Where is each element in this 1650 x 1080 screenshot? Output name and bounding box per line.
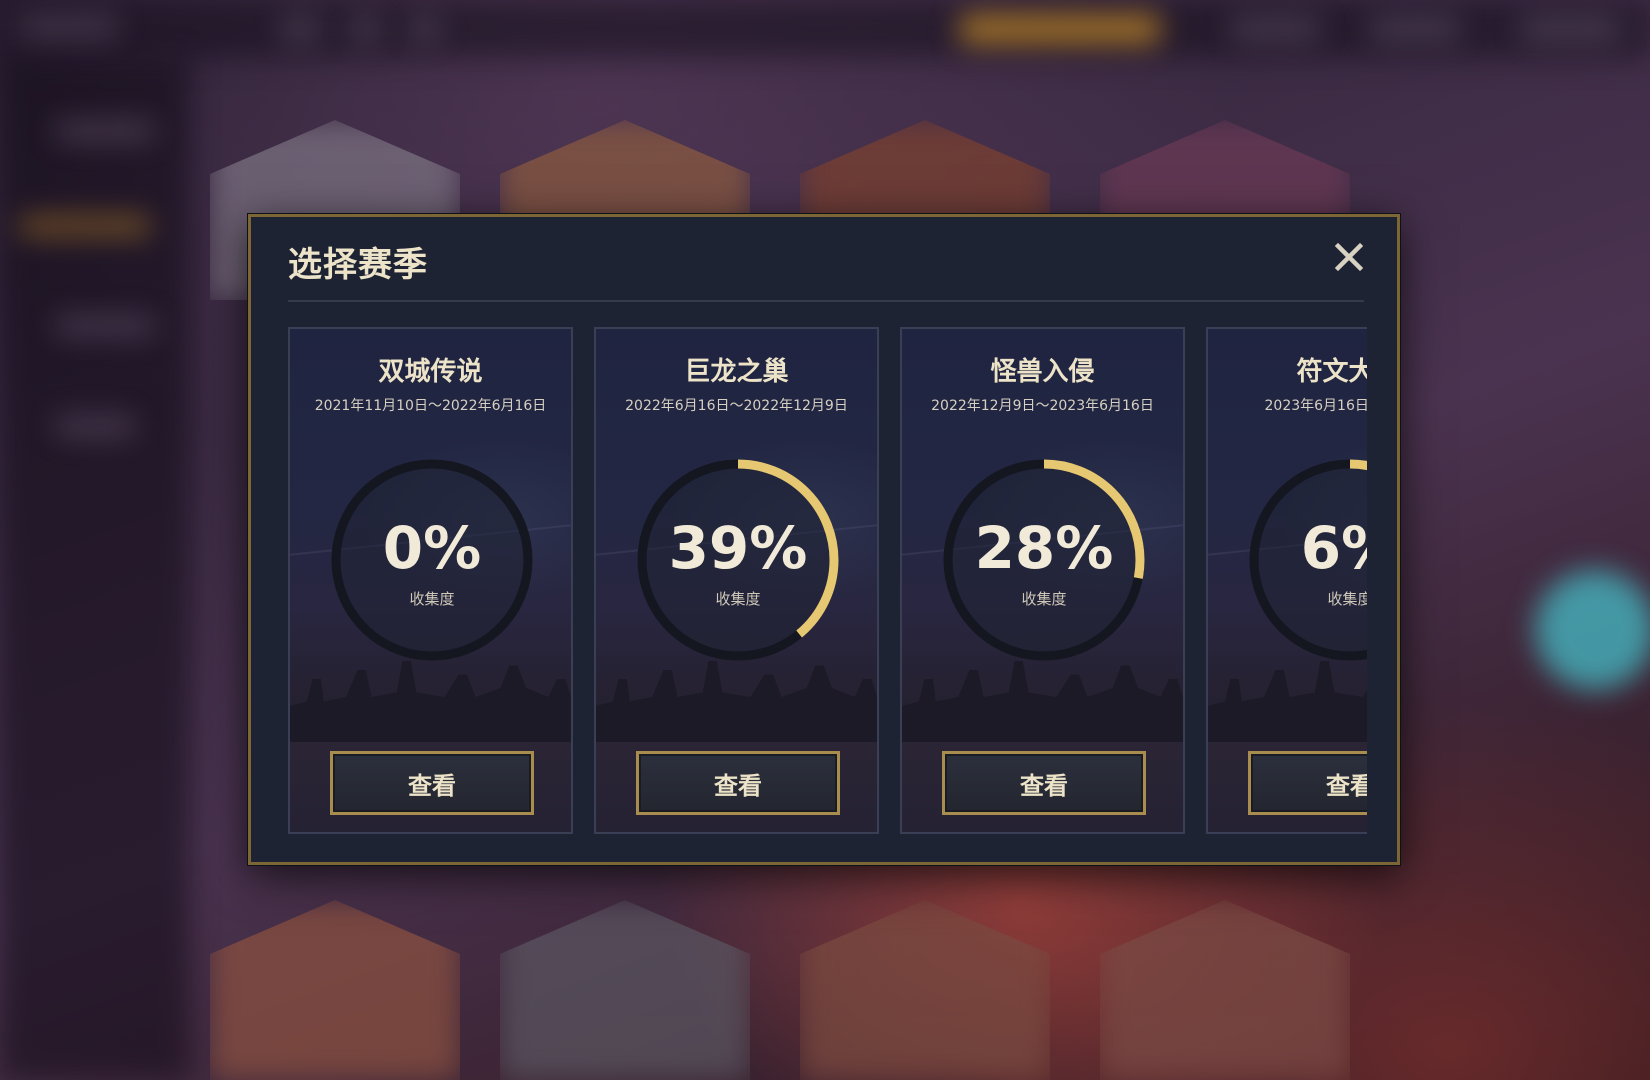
- season-card: 巨龙之巢 2022年6月16日～2022年12月9日 39% 收集度 查看: [594, 327, 879, 834]
- background-nav-item: [1230, 18, 1320, 40]
- season-name: 巨龙之巢: [684, 357, 789, 387]
- background-nav-item: [350, 18, 380, 40]
- close-icon: [1334, 242, 1364, 272]
- background-sidebar: [0, 58, 190, 1080]
- background-logo: [18, 16, 118, 38]
- background-sidebar-item: [55, 315, 155, 337]
- season-dates: 2022年12月9日～2023年6月16日: [931, 398, 1154, 414]
- collection-progress-ring: 39% 收集度: [636, 458, 840, 662]
- view-button[interactable]: 查看: [942, 751, 1146, 815]
- background-tile: [210, 900, 460, 1080]
- background-nav-item: [410, 18, 440, 40]
- season-dates: 2022年6月16日～2022年12月9日: [625, 398, 848, 414]
- collection-label: 收集度: [409, 590, 455, 608]
- background-sidebar-item: [55, 120, 155, 142]
- select-season-dialog: 选择赛季 双城传说 2021年11月10日～2022年6月16日 0% 收集度 …: [248, 214, 1400, 865]
- background-gold-button: [960, 14, 1160, 44]
- collection-label: 收集度: [1327, 590, 1367, 608]
- background-nav-item: [1520, 18, 1620, 40]
- season-card: 符文大陆 2023年6月16日～2023年 6% 收集度 查看: [1206, 327, 1367, 834]
- season-name: 双城传说: [378, 357, 483, 387]
- collection-progress-ring: 0% 收集度: [330, 458, 534, 662]
- collection-label: 收集度: [715, 590, 761, 608]
- collection-progress-ring: 6% 收集度: [1248, 458, 1367, 662]
- collection-progress-ring: 28% 收集度: [942, 458, 1146, 662]
- collection-percent: 6%: [1300, 514, 1367, 582]
- background-nav-item: [1370, 18, 1460, 40]
- dialog-title: 选择赛季: [288, 245, 428, 285]
- view-button[interactable]: 查看: [1248, 751, 1367, 815]
- collection-label: 收集度: [1021, 590, 1067, 608]
- season-name: 符文大陆: [1296, 357, 1367, 387]
- season-dates: 2021年11月10日～2022年6月16日: [314, 398, 547, 414]
- background-orb: [1535, 570, 1650, 690]
- background-sidebar-item: [55, 415, 135, 437]
- background-tile: [800, 900, 1050, 1080]
- season-list[interactable]: 双城传说 2021年11月10日～2022年6月16日 0% 收集度 查看 巨龙…: [288, 327, 1367, 839]
- close-button[interactable]: [1331, 239, 1367, 275]
- collection-percent: 28%: [974, 514, 1114, 582]
- view-button[interactable]: 查看: [330, 751, 534, 815]
- season-card: 怪兽入侵 2022年12月9日～2023年6月16日 28% 收集度 查看: [900, 327, 1185, 834]
- season-card: 双城传说 2021年11月10日～2022年6月16日 0% 收集度 查看: [288, 327, 573, 834]
- title-divider: [288, 300, 1364, 302]
- background-nav-item: [280, 18, 320, 40]
- background-tile: [1100, 900, 1350, 1080]
- season-name: 怪兽入侵: [990, 357, 1095, 387]
- season-dates: 2023年6月16日～2023年: [1264, 398, 1368, 414]
- view-button[interactable]: 查看: [636, 751, 840, 815]
- background-sidebar-item: [20, 215, 150, 237]
- collection-percent: 39%: [668, 514, 808, 582]
- collection-percent: 0%: [382, 514, 482, 582]
- background-tile: [500, 900, 750, 1080]
